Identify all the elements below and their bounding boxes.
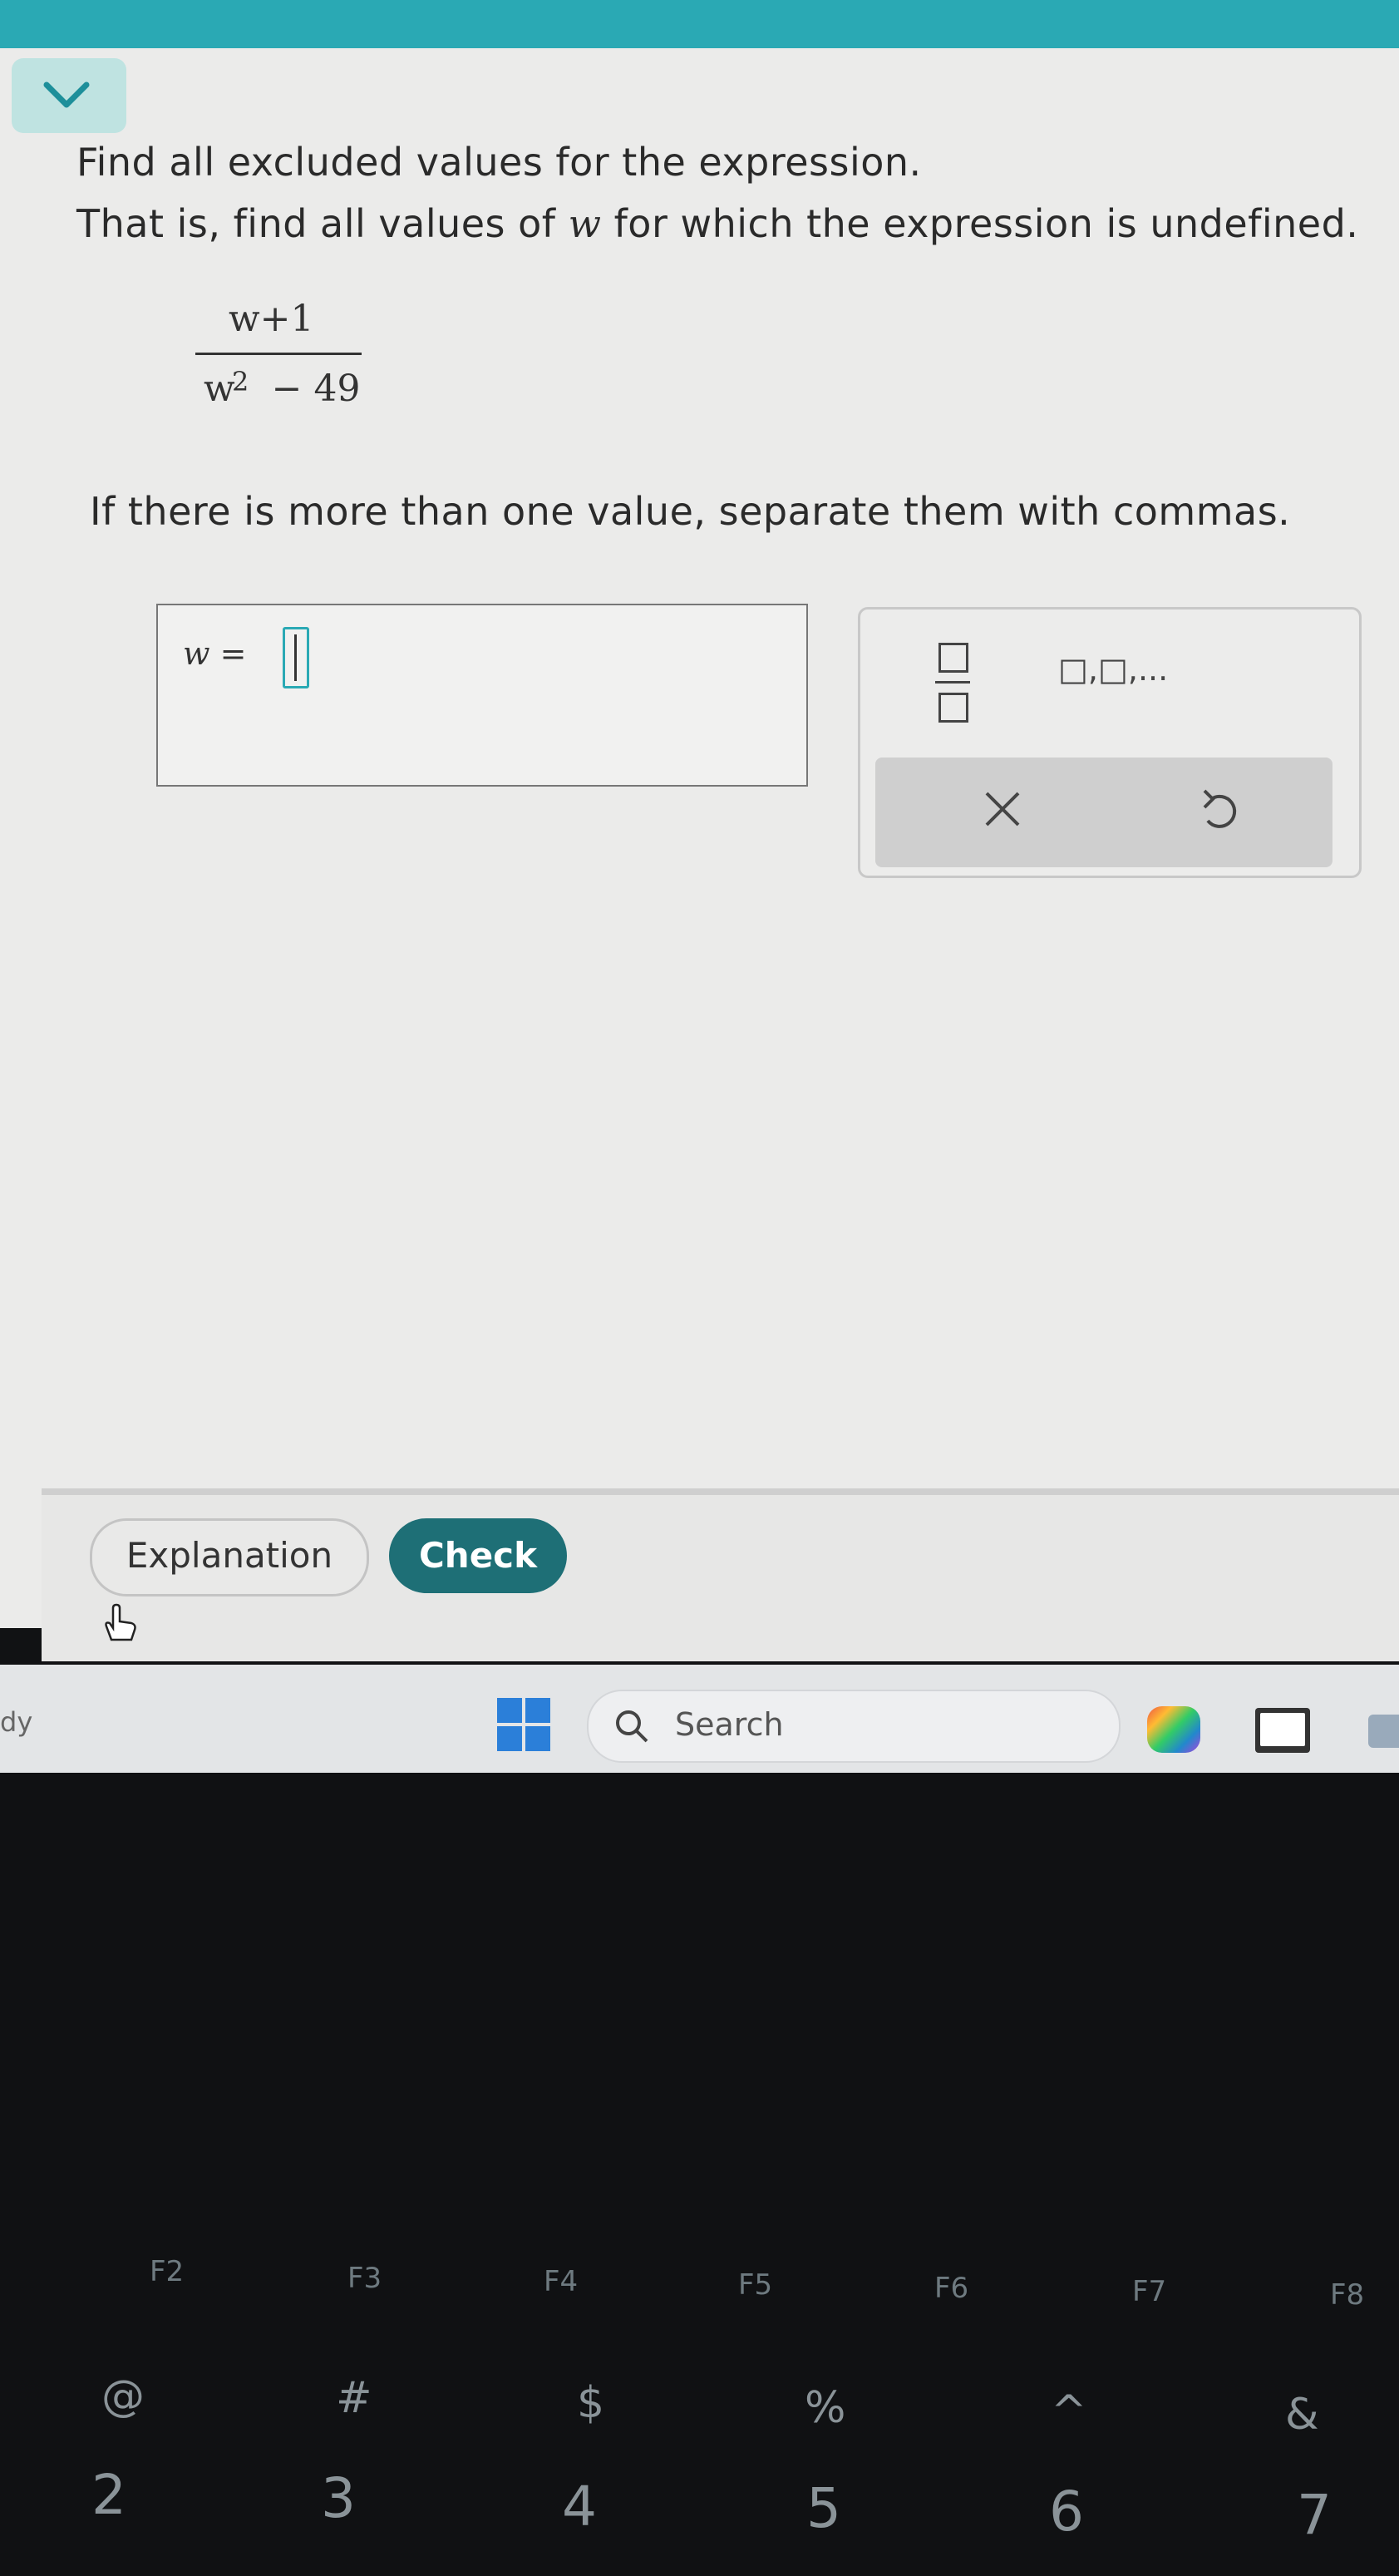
math-keypad: □,□,... xyxy=(858,607,1362,878)
chevron-down-icon xyxy=(43,81,90,108)
undo-button[interactable] xyxy=(1199,787,1241,839)
key-digit: 5 xyxy=(806,2476,841,2540)
key-digit: 2 xyxy=(91,2463,126,2527)
answer-input-field[interactable] xyxy=(283,627,309,688)
close-icon xyxy=(985,792,1020,827)
key-shift-symbol: & xyxy=(1285,2390,1319,2440)
top-banner xyxy=(0,0,1399,48)
key-shift-symbol: # xyxy=(336,2373,372,2423)
prompt-text: That is, find all values of xyxy=(76,201,569,246)
key-f2: F2 xyxy=(150,2255,185,2288)
key-f7: F7 xyxy=(1132,2275,1167,2308)
key-f6: F6 xyxy=(934,2272,969,2305)
key-digit: 6 xyxy=(1049,2480,1084,2544)
prompt-line-1: Find all excluded values for the express… xyxy=(76,140,922,185)
fraction-line xyxy=(935,681,970,683)
taskbar-search[interactable]: Search xyxy=(587,1690,1121,1763)
search-icon xyxy=(616,1710,648,1743)
key-f5: F5 xyxy=(738,2268,773,2302)
key-f4: F4 xyxy=(544,2265,579,2298)
hand-cursor-icon xyxy=(105,1603,136,1641)
key-shift-symbol: % xyxy=(805,2383,846,2433)
key-shift-symbol: ^ xyxy=(1051,2386,1087,2436)
key-f3: F3 xyxy=(347,2262,382,2295)
key-digit: 4 xyxy=(562,2475,597,2539)
prompt-text: for which the expression is undefined. xyxy=(601,201,1359,246)
numerator: w+1 xyxy=(229,298,314,340)
denominator-constant: − 49 xyxy=(271,368,361,410)
list-button[interactable]: □,□,... xyxy=(1058,651,1168,688)
prompt-variable: w xyxy=(568,201,602,246)
answer-label: w = xyxy=(183,635,247,672)
exponent: 2 xyxy=(232,366,249,397)
answer-input-box[interactable]: w = xyxy=(156,604,808,787)
denominator-variable: w xyxy=(204,368,235,410)
fraction-button[interactable] xyxy=(935,643,970,726)
footer-divider xyxy=(42,1488,1399,1495)
clear-button[interactable] xyxy=(983,782,1022,841)
collapse-button[interactable] xyxy=(12,58,126,133)
instruction: If there is more than one value, separat… xyxy=(90,489,1291,534)
search-placeholder: Search xyxy=(675,1706,784,1743)
undo-icon xyxy=(1203,789,1237,828)
laptop-keyboard: F2 F3 F4 F5 F6 F7 F8 @ 2 # 3 $ 4 % 5 ^ 6… xyxy=(0,1773,1399,2576)
fraction-numerator-slot xyxy=(938,643,968,673)
fraction-bar xyxy=(195,353,362,355)
key-shift-symbol: @ xyxy=(101,2371,145,2421)
windows-start-icon[interactable] xyxy=(497,1698,550,1751)
check-button[interactable]: Check xyxy=(389,1518,567,1593)
key-digit: 3 xyxy=(321,2466,356,2530)
explanation-button[interactable]: Explanation xyxy=(90,1518,369,1596)
keypad-action-row xyxy=(875,758,1332,867)
denominator: w − 49 xyxy=(204,368,361,410)
question-panel: Find all excluded values for the express… xyxy=(0,48,1399,1713)
copilot-icon[interactable] xyxy=(1147,1706,1200,1753)
windows-taskbar: dy Search xyxy=(0,1665,1399,1773)
store-icon[interactable] xyxy=(1255,1708,1310,1753)
prompt-line-2: That is, find all values of w for which … xyxy=(76,201,1358,246)
key-f8: F8 xyxy=(1330,2278,1365,2312)
app-icon[interactable] xyxy=(1368,1715,1399,1748)
taskbar-left-text: dy xyxy=(0,1706,33,1738)
fraction-denominator-slot xyxy=(938,693,968,723)
key-shift-symbol: $ xyxy=(577,2378,605,2428)
key-digit: 7 xyxy=(1297,2483,1332,2547)
